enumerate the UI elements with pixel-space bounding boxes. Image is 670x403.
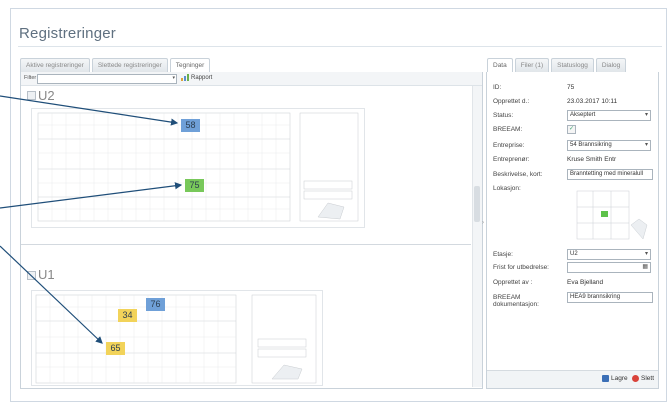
entreprise-value: 54 Brannsikring — [570, 142, 612, 148]
page-title: Registreringer — [19, 25, 117, 42]
tab-slettede-registreringer[interactable]: Slettede registreringer — [91, 58, 168, 72]
entreprise-label: Entreprise: — [493, 142, 525, 149]
drawings-toolbar: Filter ▾ Rapport — [21, 72, 482, 86]
opprettet-av-value: Eva Bjelland — [567, 279, 604, 286]
entreprenor-label: Entreprenør: — [493, 156, 530, 163]
created-value: 23.03.2017 10:11 — [567, 98, 618, 105]
drawings-panel: Filter ▾ Rapport U2 58 75 U1 76 34 65 — [20, 72, 483, 389]
etasje-select[interactable]: U2 ▾ — [567, 249, 651, 260]
tab-statuslogg[interactable]: Statuslogg — [551, 58, 594, 72]
tab-filer[interactable]: Filer (1) — [514, 58, 550, 72]
marker-58[interactable]: 58 — [181, 119, 200, 132]
chevron-down-icon: ▾ — [644, 142, 648, 148]
beskrivelse-input[interactable]: Branntetting med mineralull — [567, 169, 653, 180]
floor-u1-label: U1 — [38, 267, 55, 282]
chevron-down-icon: ▾ — [172, 75, 175, 81]
breeam-checkbox[interactable]: ✓ — [567, 125, 576, 134]
rapport-label: Rapport — [191, 75, 213, 82]
drawings-scrollbar[interactable] — [472, 86, 482, 387]
status-value: Akseptert — [570, 112, 596, 118]
title-divider — [18, 46, 662, 47]
entreprenor-value: Kruse Smith Entr — [567, 156, 617, 163]
id-value: 75 — [567, 84, 575, 91]
marker-34[interactable]: 34 — [118, 309, 137, 322]
delete-icon — [632, 375, 639, 382]
floor-u2-label: U2 — [38, 88, 55, 103]
collapse-arrow-icon[interactable]: › — [482, 220, 484, 226]
breeam-label: BREEAM: — [493, 126, 523, 133]
floor-section-u1: U1 76 34 65 — [21, 246, 471, 386]
breeam-doc-input[interactable]: HEA9 brannsikring — [567, 292, 653, 303]
marker-75[interactable]: 75 — [185, 179, 204, 192]
calendar-icon[interactable]: ▦ — [642, 263, 648, 272]
save-icon — [602, 375, 609, 382]
frist-input[interactable]: ▦ — [567, 262, 651, 273]
chart-icon — [181, 74, 189, 81]
rapport-button[interactable]: Rapport — [181, 74, 212, 81]
status-select[interactable]: Akseptert ▾ — [567, 110, 651, 121]
status-label: Status: — [493, 112, 514, 119]
floor-plan-u1[interactable] — [31, 290, 323, 386]
delete-label: Slett — [641, 375, 655, 383]
tab-tegninger[interactable]: Tegninger — [169, 58, 211, 72]
tab-aktive-registreringer[interactable]: Aktive registreringer — [20, 58, 90, 72]
marker-65[interactable]: 65 — [106, 342, 125, 355]
filter-select[interactable]: ▾ — [37, 74, 177, 84]
scrollbar-thumb[interactable] — [474, 186, 480, 222]
filter-label: Filter — [24, 75, 37, 81]
tab-dialog[interactable]: Dialog — [595, 58, 627, 72]
beskrivelse-label: Beskrivelse, kort: — [493, 171, 543, 178]
right-tabbar: Data Filer (1) Statuslogg Dialog — [487, 58, 627, 72]
details-footer: Lagre Slett — [487, 370, 658, 388]
left-tabbar: Aktive registreringer Slettede registrer… — [20, 58, 211, 72]
entreprise-select[interactable]: 54 Brannsikring ▾ — [567, 140, 651, 151]
chevron-down-icon: ▾ — [644, 112, 648, 118]
save-label: Lagre — [611, 375, 628, 383]
etasje-label: Etasje: — [493, 251, 513, 258]
save-button[interactable]: Lagre — [602, 375, 628, 382]
details-panel: ID: 75 Opprettet d.: 23.03.2017 10:11 St… — [486, 72, 659, 389]
location-minimap[interactable] — [573, 187, 649, 245]
lokasjon-label: Lokasjon: — [493, 185, 521, 192]
chevron-down-icon: ▾ — [644, 251, 648, 257]
frist-label: Frist for utbedrelse: — [493, 264, 549, 271]
marker-76[interactable]: 76 — [146, 298, 165, 311]
floor-section-u2: U2 58 75 — [21, 86, 471, 244]
id-label: ID: — [493, 84, 502, 91]
delete-button[interactable]: Slett — [632, 375, 654, 382]
etasje-value: U2 — [570, 251, 578, 257]
floor-u1-checkbox[interactable] — [27, 271, 36, 280]
floor-u2-checkbox[interactable] — [27, 91, 36, 100]
tab-data[interactable]: Data — [487, 58, 513, 72]
created-label: Opprettet d.: — [493, 98, 530, 105]
floor-divider — [21, 244, 471, 245]
breeam-doc-label: BREEAM dokumentasjon: — [493, 294, 539, 308]
opprettet-av-label: Opprettet av : — [493, 279, 533, 286]
